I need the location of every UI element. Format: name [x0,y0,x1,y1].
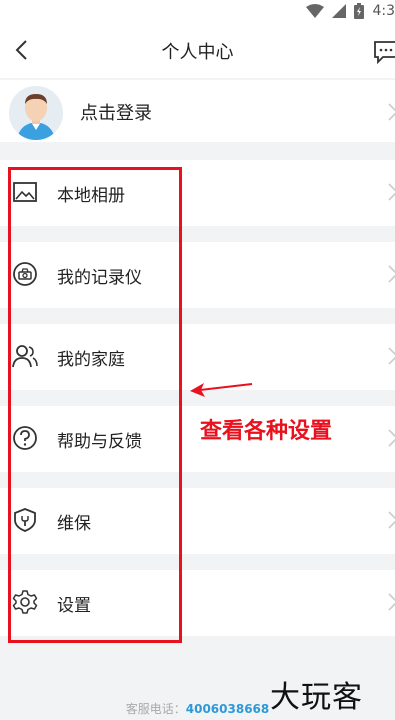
menu-item-maintenance[interactable]: 维保 [0,488,395,554]
wifi-icon [306,4,325,18]
chevron-right-icon [388,183,395,201]
help-icon [13,426,37,450]
annotation-text: 查看各种设置 [200,418,333,444]
service-phone-link[interactable]: 4006038668 [186,702,270,716]
menu-item-label: 我的记录仪 [57,268,142,288]
menu-item-label: 本地相册 [57,186,125,206]
chevron-right-icon [388,265,395,283]
status-clock: 4:3 [372,3,395,19]
header-bar: 个人中心 [0,22,395,78]
menu-item-label: 维保 [57,514,91,534]
login-label[interactable]: 点击登录 [80,99,152,125]
service-label: 客服电话： [125,702,186,716]
chevron-right-icon [388,511,395,529]
image-icon [13,182,37,202]
page-title: 个人中心 [161,42,234,63]
menu-item-my-dashcam[interactable]: 我的记录仪 [0,242,395,308]
signal-icon [332,4,347,18]
menu-item-label: 帮助与反馈 [57,432,142,452]
family-icon [12,345,38,368]
message-icon[interactable] [373,40,395,64]
arrow-left-icon [190,383,253,397]
menu-item-label: 我的家庭 [57,350,125,370]
chevron-right-icon [388,593,395,611]
shield-wrench-icon [14,508,36,532]
menu-item-settings[interactable]: 设置 [0,570,395,636]
avatar-image [9,86,63,140]
menu-item-local-album[interactable]: 本地相册 [0,160,395,226]
avatar[interactable] [9,86,63,140]
chevron-right-icon [388,347,395,365]
chevron-right-icon [388,103,395,121]
status-bar: 4:3 [0,0,395,22]
gear-icon [12,590,38,614]
status-icons: 4:3 [306,2,395,20]
menu-item-help-feedback[interactable]: 帮助与反馈 [0,406,395,472]
menu-item-label: 设置 [57,596,91,616]
watermark: 大玩客 [270,680,363,715]
dashcam-icon [13,262,37,286]
battery-icon [354,3,365,19]
chevron-right-icon [388,429,395,447]
